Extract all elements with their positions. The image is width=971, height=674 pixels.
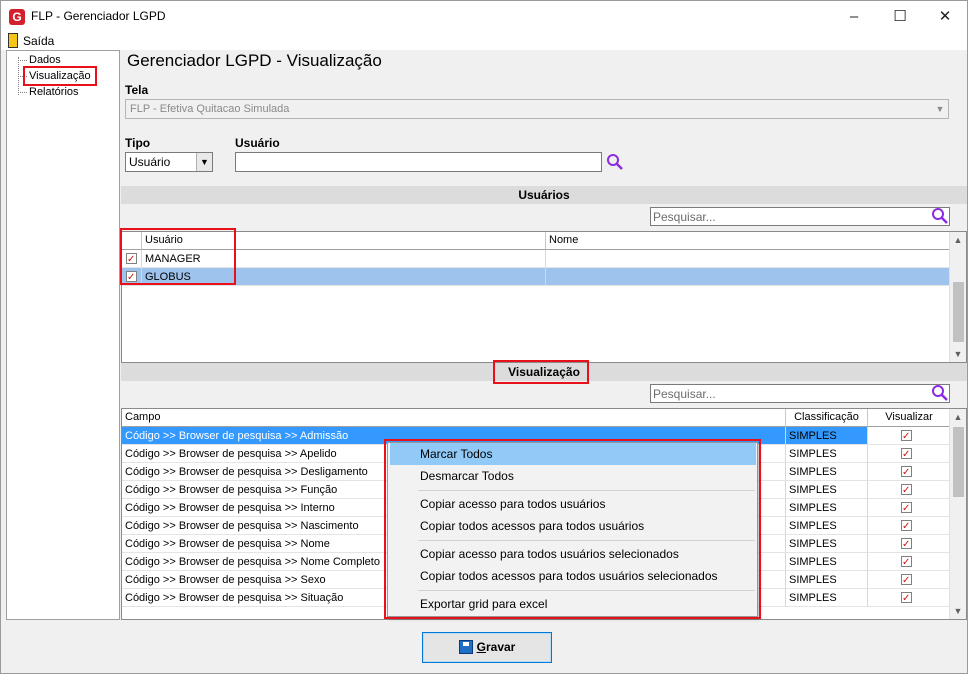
visualizar-checkbox[interactable] (901, 482, 912, 498)
tree-item-relatorios[interactable]: Relatórios (29, 85, 79, 99)
app-logo-icon: G (9, 9, 25, 25)
visualizar-checkbox[interactable] (901, 554, 912, 570)
chevron-down-icon[interactable]: ▼ (196, 153, 212, 171)
save-mnemonic: G (476, 640, 486, 654)
visualizar-checkbox[interactable] (901, 572, 912, 588)
classificacao-cell: SIMPLES (786, 481, 868, 499)
title-bar: G FLP - Gerenciador LGPD – ☐ ✕ (1, 1, 967, 32)
classificacao-cell: SIMPLES (786, 589, 868, 607)
visualizar-cell (868, 481, 951, 499)
minimize-button[interactable]: – (831, 1, 877, 32)
nome-cell (546, 268, 951, 286)
visualizar-checkbox[interactable] (901, 590, 912, 606)
column-header-campo[interactable]: Campo (122, 409, 786, 427)
usuario-label: Usuário (235, 136, 280, 150)
floppy-disk-icon (458, 639, 473, 654)
classificacao-cell: SIMPLES (786, 535, 868, 553)
maximize-button[interactable]: ☐ (877, 1, 923, 32)
classificacao-cell: SIMPLES (786, 463, 868, 481)
tela-select[interactable]: FLP - Efetiva Quitacao Simulada ▼ (125, 99, 949, 119)
menu-exit[interactable]: Saída (23, 34, 54, 48)
close-button[interactable]: ✕ (922, 1, 968, 32)
visualizar-checkbox[interactable] (901, 464, 912, 480)
visualizar-cell (868, 427, 951, 445)
visualizar-checkbox[interactable] (901, 536, 912, 552)
tipo-select[interactable]: Usuário ▼ (125, 152, 213, 172)
search-icon[interactable] (931, 384, 949, 402)
view-search-input[interactable]: Pesquisar... (650, 384, 950, 403)
users-scrollbar[interactable]: ▲ ▼ (949, 232, 966, 362)
highlight-box (120, 228, 236, 285)
window-title: FLP - Gerenciador LGPD (31, 9, 166, 23)
scroll-down-icon[interactable]: ▼ (950, 346, 966, 362)
tipo-select-value: Usuário (129, 155, 171, 169)
classificacao-cell: SIMPLES (786, 571, 868, 589)
classificacao-cell: SIMPLES (786, 427, 868, 445)
tipo-label: Tipo (125, 136, 151, 150)
search-icon[interactable] (606, 153, 624, 171)
table-row[interactable]: MANAGER (122, 250, 951, 268)
visualizar-cell (868, 517, 951, 535)
app-window: G FLP - Gerenciador LGPD – ☐ ✕ Saída Dad… (0, 0, 968, 674)
visualizar-checkbox[interactable] (901, 518, 912, 534)
visualizar-cell (868, 571, 951, 589)
users-search-input[interactable]: Pesquisar... (650, 207, 950, 226)
scroll-up-icon[interactable]: ▲ (950, 409, 966, 425)
visualizar-checkbox[interactable] (901, 446, 912, 462)
save-button-label: Gravar (477, 640, 516, 654)
scroll-thumb[interactable] (953, 282, 964, 342)
scroll-down-icon[interactable]: ▼ (950, 603, 966, 619)
search-icon[interactable] (931, 207, 949, 225)
visualizar-cell (868, 535, 951, 553)
users-section-header: Usuários (121, 186, 967, 204)
save-button[interactable]: Gravar (422, 632, 552, 663)
visualizar-cell (868, 589, 951, 607)
nome-cell (546, 250, 951, 268)
tree-connector (18, 92, 27, 93)
column-header-nome[interactable]: Nome (546, 232, 951, 250)
visualizar-checkbox[interactable] (901, 428, 912, 444)
visualizar-cell (868, 445, 951, 463)
highlight-box (493, 360, 589, 384)
table-row[interactable]: GLOBUS (122, 268, 951, 286)
classificacao-cell: SIMPLES (786, 517, 868, 535)
visualizar-cell (868, 463, 951, 481)
classificacao-cell: SIMPLES (786, 445, 868, 463)
visualizar-checkbox[interactable] (901, 500, 912, 516)
chevron-down-icon: ▼ (935, 104, 945, 114)
navigation-tree: Dados Visualização Relatórios (6, 50, 120, 620)
highlight-box (23, 66, 97, 86)
tela-label: Tela (125, 83, 149, 97)
highlight-box (384, 439, 761, 619)
classificacao-cell: SIMPLES (786, 499, 868, 517)
usuario-input[interactable] (235, 152, 602, 172)
page-title: Gerenciador LGPD - Visualização (127, 51, 382, 70)
save-label-rest: ravar (485, 640, 516, 654)
column-header-classificacao[interactable]: Classificação (786, 409, 868, 427)
tree-connector (18, 60, 27, 61)
tree-item-dados[interactable]: Dados (29, 53, 61, 67)
view-scrollbar[interactable]: ▲ ▼ (949, 409, 966, 619)
visualizar-cell (868, 553, 951, 571)
column-header-visualizar[interactable]: Visualizar (868, 409, 951, 427)
scroll-thumb[interactable] (953, 427, 964, 497)
users-grid: Usuário Nome MANAGER GLOBUS ▲ ▼ (121, 231, 967, 363)
classificacao-cell: SIMPLES (786, 553, 868, 571)
exit-door-icon (8, 33, 18, 48)
scroll-up-icon[interactable]: ▲ (950, 232, 966, 248)
tela-select-value: FLP - Efetiva Quitacao Simulada (130, 103, 290, 115)
visualizar-cell (868, 499, 951, 517)
menu-bar: Saída (1, 32, 967, 50)
